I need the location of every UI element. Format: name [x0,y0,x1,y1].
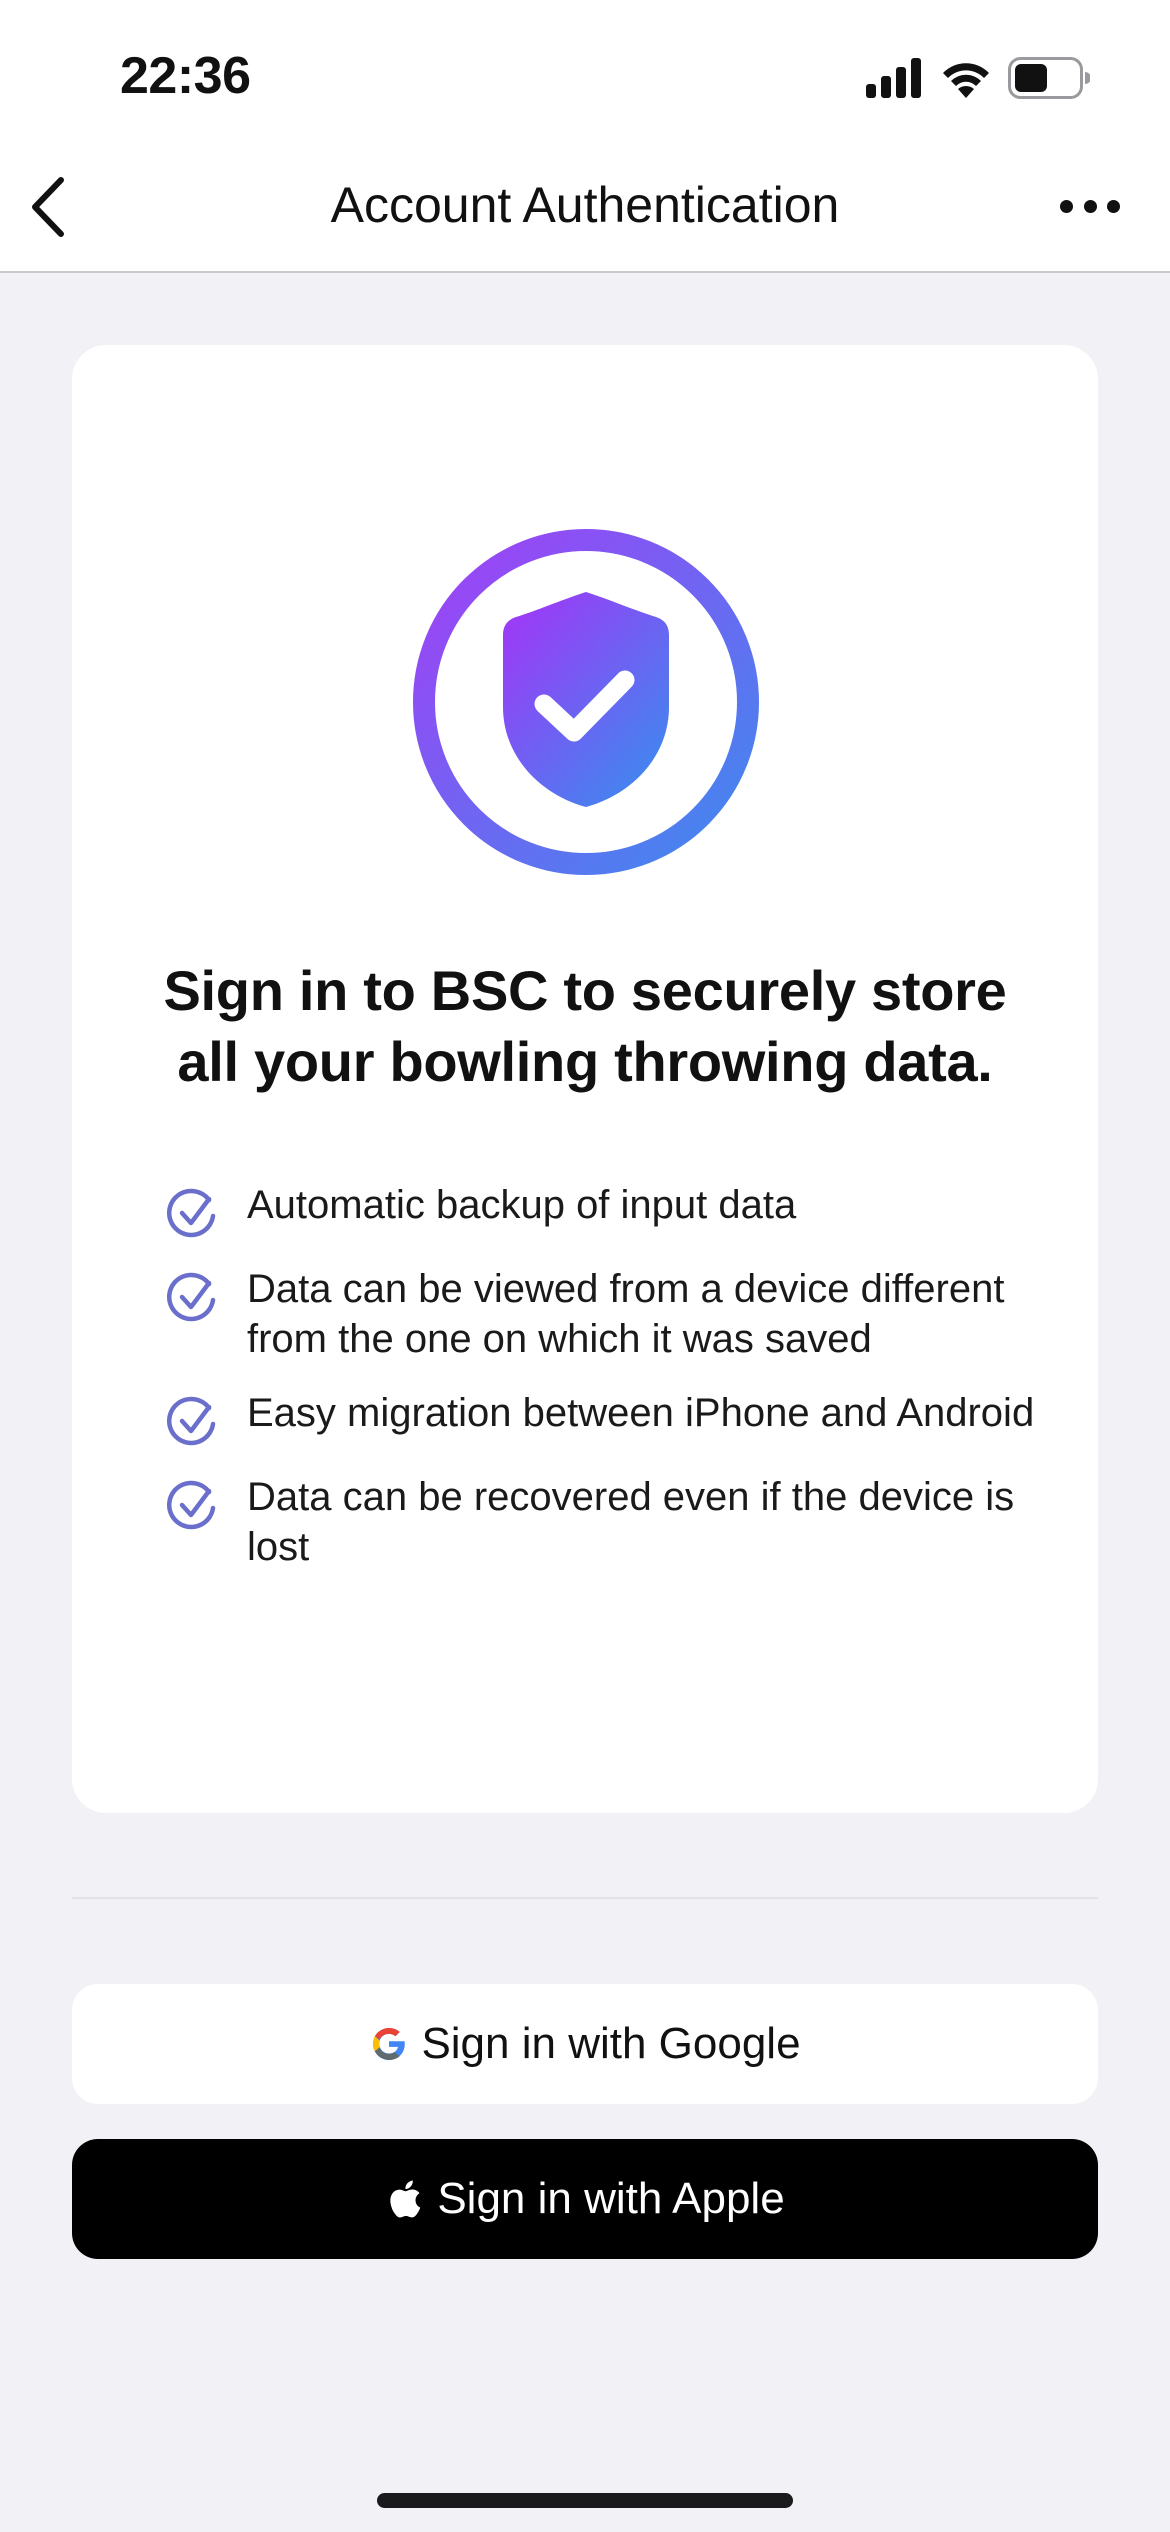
divider [72,1897,1098,1899]
headline: Sign in to BSC to securely store all you… [72,955,1098,1097]
check-circle-icon [167,1396,216,1446]
more-options-button[interactable] [1060,192,1120,220]
google-logo-icon [369,2024,409,2064]
status-time: 22:36 [120,47,251,105]
benefits-list: Automatic backup of input data Data can … [165,1180,1075,1596]
benefit-item: Data can be viewed from a device differe… [165,1264,1075,1364]
check-circle-icon [167,1272,216,1322]
headline-line-2: all your bowling throwing data. [177,1030,993,1093]
page-title: Account Authentication [330,177,840,233]
ellipsis-icon-dot [1060,199,1073,213]
apple-logo-icon [385,2179,425,2219]
benefit-text: Data can be recovered even if the device… [247,1475,1015,1569]
ellipsis-icon-dot [1107,199,1120,213]
battery-icon [1008,57,1090,99]
benefit-item: Easy migration between iPhone and Androi… [165,1388,1075,1448]
sign-in-google-button[interactable]: Sign in with Google [72,1984,1098,2104]
sign-in-apple-button[interactable]: Sign in with Apple [72,2139,1098,2259]
status-icons [866,56,1090,100]
benefit-text: Data can be viewed from a device differe… [247,1267,1005,1361]
benefit-item: Automatic backup of input data [165,1180,1075,1240]
sign-in-google-label: Sign in with Google [421,2019,801,2068]
benefit-text: Automatic backup of input data [247,1183,797,1227]
sign-in-apple-label: Sign in with Apple [437,2174,785,2223]
home-indicator[interactable] [377,2493,793,2508]
cellular-signal-icon [866,58,921,98]
wifi-icon [943,63,989,98]
top-bar: 22:36 Account Authentication [0,0,1170,273]
check-circle-icon [167,1480,216,1530]
check-circle-icon [167,1188,216,1238]
benefit-text: Easy migration between iPhone and Androi… [247,1391,1035,1435]
benefit-item: Data can be recovered even if the device… [165,1472,1075,1572]
ellipsis-icon-dot [1083,199,1097,213]
shield-check-icon [413,529,759,875]
headline-line-1: Sign in to BSC to securely store [163,959,1007,1022]
